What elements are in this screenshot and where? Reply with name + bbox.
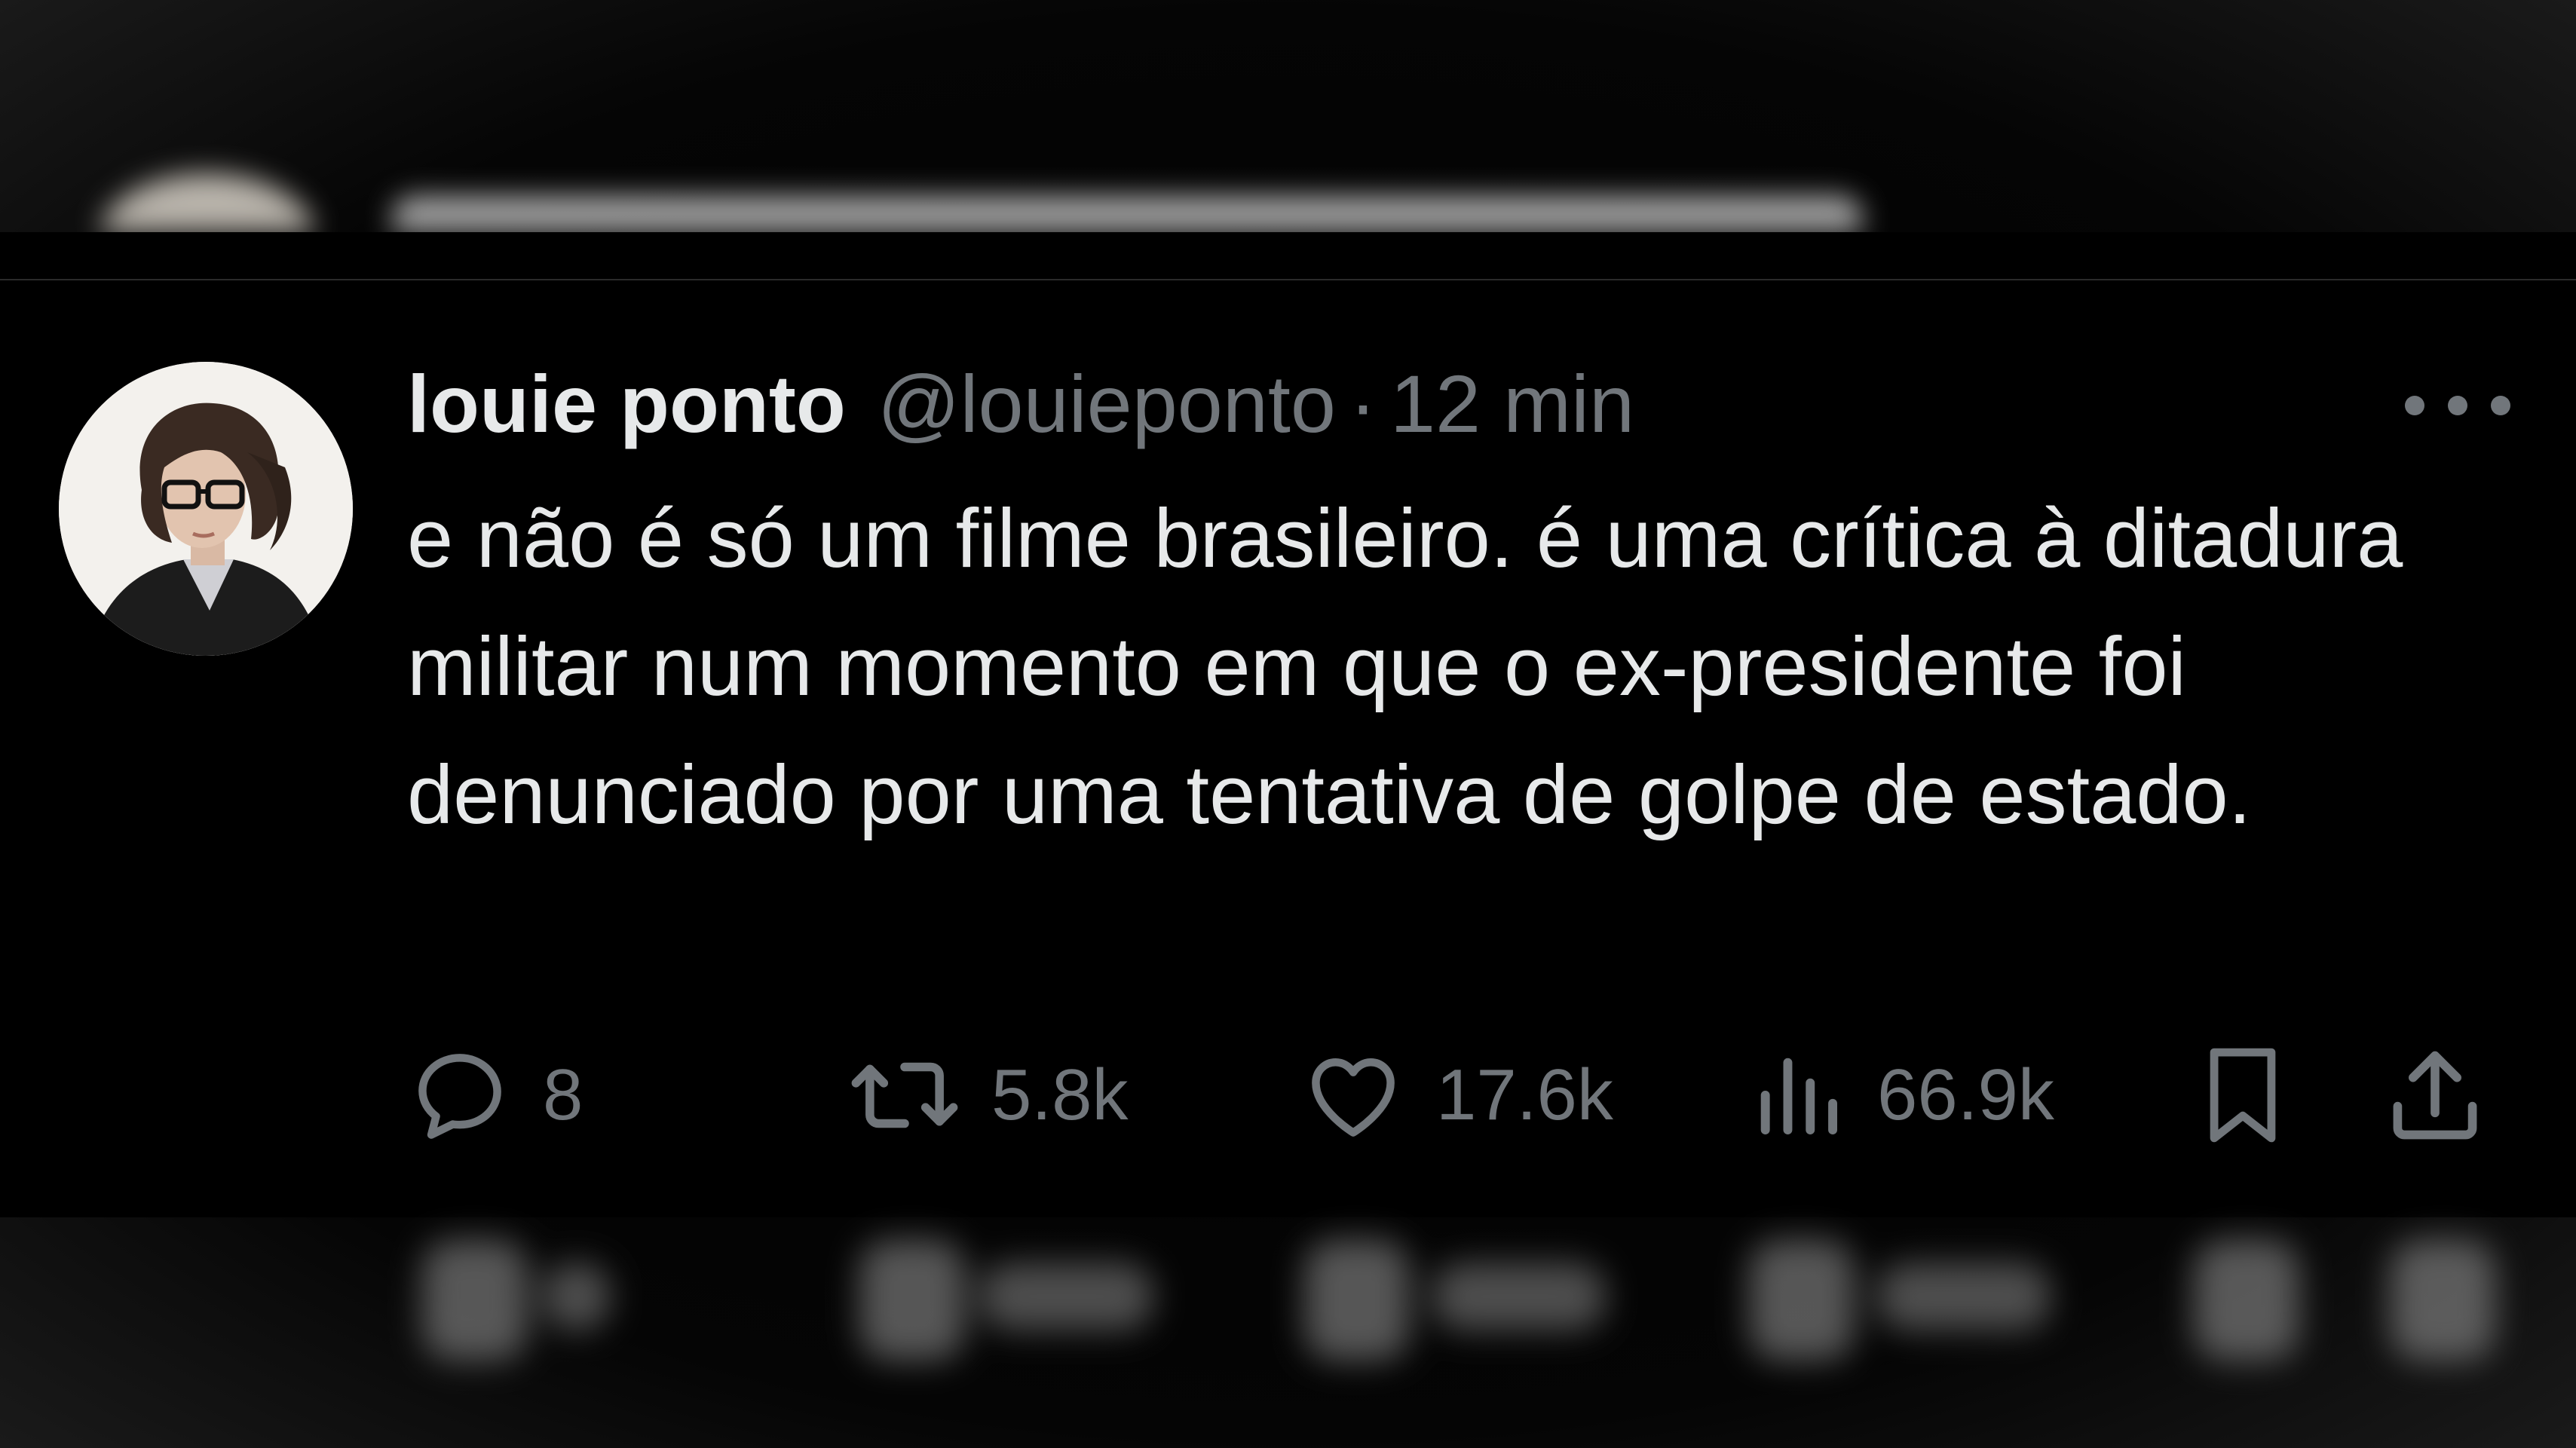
blurred-icon — [1304, 1240, 1410, 1361]
share-button[interactable] — [2382, 1031, 2488, 1159]
blurred-header-line — [392, 196, 1862, 232]
header-separator: · — [1349, 358, 1377, 449]
more-icon-dot — [2448, 396, 2467, 415]
blurred-icon — [2390, 1240, 2495, 1361]
bookmark-icon — [2210, 1048, 2276, 1143]
more-icon-dot — [2491, 396, 2510, 415]
more-options-button[interactable] — [2405, 383, 2510, 428]
reply-button[interactable]: 8 — [407, 1031, 583, 1159]
user-handle[interactable]: @louieponto — [878, 357, 1336, 451]
blurred-count — [543, 1263, 611, 1330]
screenshot-frame: louie ponto @louieponto · 12 min e não é… — [0, 0, 2576, 1448]
blurred-previous-tweet — [0, 0, 2576, 232]
blurred-icon — [422, 1240, 528, 1361]
blurred-count — [1432, 1263, 1606, 1330]
avatar-portrait — [59, 362, 353, 656]
like-count: 17.6k — [1436, 1055, 1613, 1135]
avatar[interactable] — [59, 362, 353, 656]
blurred-icon — [1749, 1240, 1855, 1361]
reply-icon — [418, 1054, 501, 1139]
tweet-actions: 8 5.8k 17.6k 66.9k — [407, 1031, 2518, 1159]
repost-button[interactable]: 5.8k — [848, 1031, 1128, 1159]
bookmark-button[interactable] — [2194, 1031, 2292, 1159]
blurred-avatar — [98, 173, 317, 232]
like-button[interactable]: 17.6k — [1300, 1031, 1613, 1159]
blurred-icon — [859, 1240, 965, 1361]
blurred-icon — [2194, 1240, 2299, 1361]
repost-icon — [851, 1062, 958, 1128]
views-chart-icon — [1760, 1058, 1837, 1134]
more-icon — [2405, 396, 2424, 415]
heart-icon — [1312, 1058, 1395, 1137]
timestamp[interactable]: 12 min — [1390, 357, 1634, 451]
blurred-reflection — [0, 1217, 2576, 1448]
views-count: 66.9k — [1877, 1055, 2054, 1135]
tweet-divider — [0, 279, 2576, 280]
share-icon — [2393, 1051, 2477, 1140]
tweet-card[interactable]: louie ponto @louieponto · 12 min e não é… — [0, 232, 2576, 1217]
tweet-header: louie ponto @louieponto · 12 min — [407, 357, 2367, 470]
blurred-count — [980, 1263, 1153, 1330]
reply-count: 8 — [543, 1055, 584, 1135]
display-name[interactable]: louie ponto — [407, 357, 846, 451]
views-button[interactable]: 66.9k — [1749, 1031, 2054, 1159]
blurred-count — [1877, 1263, 2051, 1330]
tweet-text: e não é só um filme brasileiro. é uma cr… — [407, 492, 2403, 841]
repost-count: 5.8k — [991, 1055, 1129, 1135]
